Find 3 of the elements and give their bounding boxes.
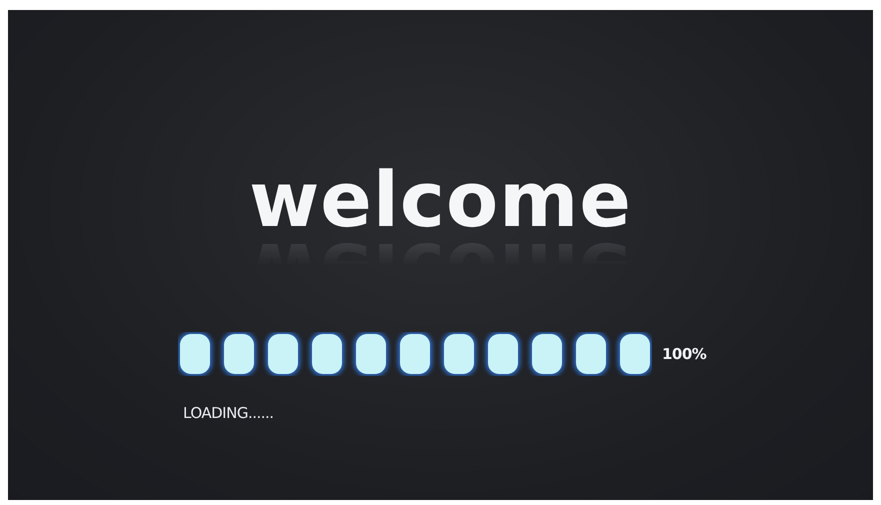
loading-label: LOADING...... [183,404,274,422]
welcome-title: welcome [249,162,632,238]
progress-percent: 100% [662,345,706,363]
